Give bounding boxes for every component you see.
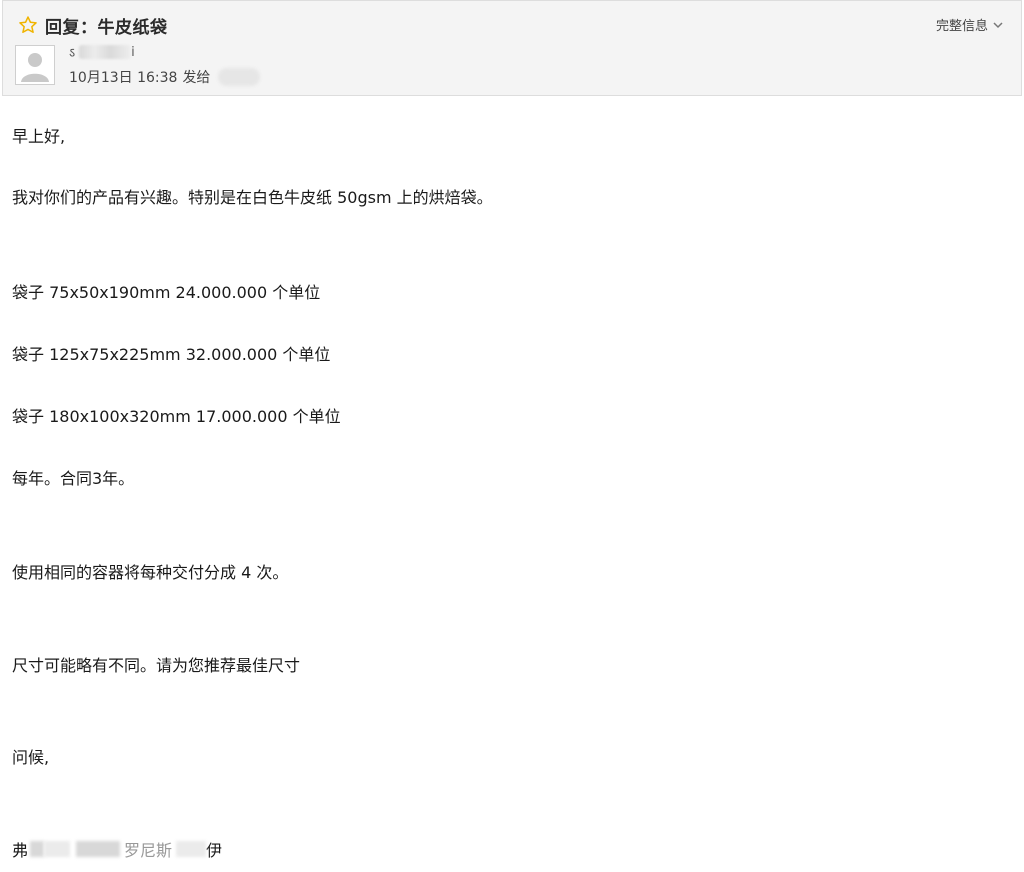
signature-end: 伊 <box>206 841 223 860</box>
body-line: 袋子 125x75x225mm 32.000.000 个单位 <box>12 345 331 364</box>
redacted-signature <box>76 841 121 857</box>
body-line: 我对你们的产品有兴趣。特别是在白色牛皮纸 50gsm 上的烘焙袋。 <box>12 188 493 207</box>
body-line: 袋子 180x100x320mm 17.000.000 个单位 <box>12 407 341 426</box>
body-line: 使用相同的容器将每种交付分成 4 次。 <box>12 563 289 582</box>
email-header: 回复：牛皮纸袋 完整信息 ऽ i 10月13日 16:38 发给 <box>2 0 1022 96</box>
avatar[interactable] <box>15 45 55 85</box>
default-avatar-icon <box>21 53 49 82</box>
send-meta: 10月13日 16:38 发给 <box>69 67 261 87</box>
sent-to-label: 发给 <box>182 70 211 86</box>
signature-mid: 罗尼斯 <box>124 841 173 860</box>
signature: 弗 罗尼斯 伊 <box>12 837 222 861</box>
body-line: 袋子 75x50x190mm 24.000.000 个单位 <box>12 283 321 302</box>
sent-time: 10月13日 16:38 <box>69 70 178 86</box>
signature-start: 弗 <box>12 841 29 860</box>
redacted-recipient[interactable] <box>218 68 261 86</box>
sender-name-partial: ऽ <box>69 46 76 61</box>
sender-name-tail: i <box>131 44 135 60</box>
redacted-signature <box>30 841 45 857</box>
sender-name[interactable]: ऽ i <box>69 43 135 62</box>
chevron-down-icon <box>993 21 1003 28</box>
star-icon[interactable] <box>18 15 38 35</box>
full-info-button[interactable]: 完整信息 <box>936 15 1003 34</box>
redacted-sender-name <box>79 45 132 59</box>
redacted-signature <box>176 841 207 857</box>
body-line: 每年。合同3年。 <box>12 469 135 488</box>
body-line: 尺寸可能略有不同。请为您推荐最佳尺寸 <box>12 656 301 675</box>
redacted-signature <box>44 841 71 857</box>
email-subject: 回复：牛皮纸袋 <box>45 18 168 38</box>
greeting: 早上好, <box>12 127 66 146</box>
full-info-label: 完整信息 <box>935 19 988 34</box>
closing: 问候, <box>12 748 50 767</box>
